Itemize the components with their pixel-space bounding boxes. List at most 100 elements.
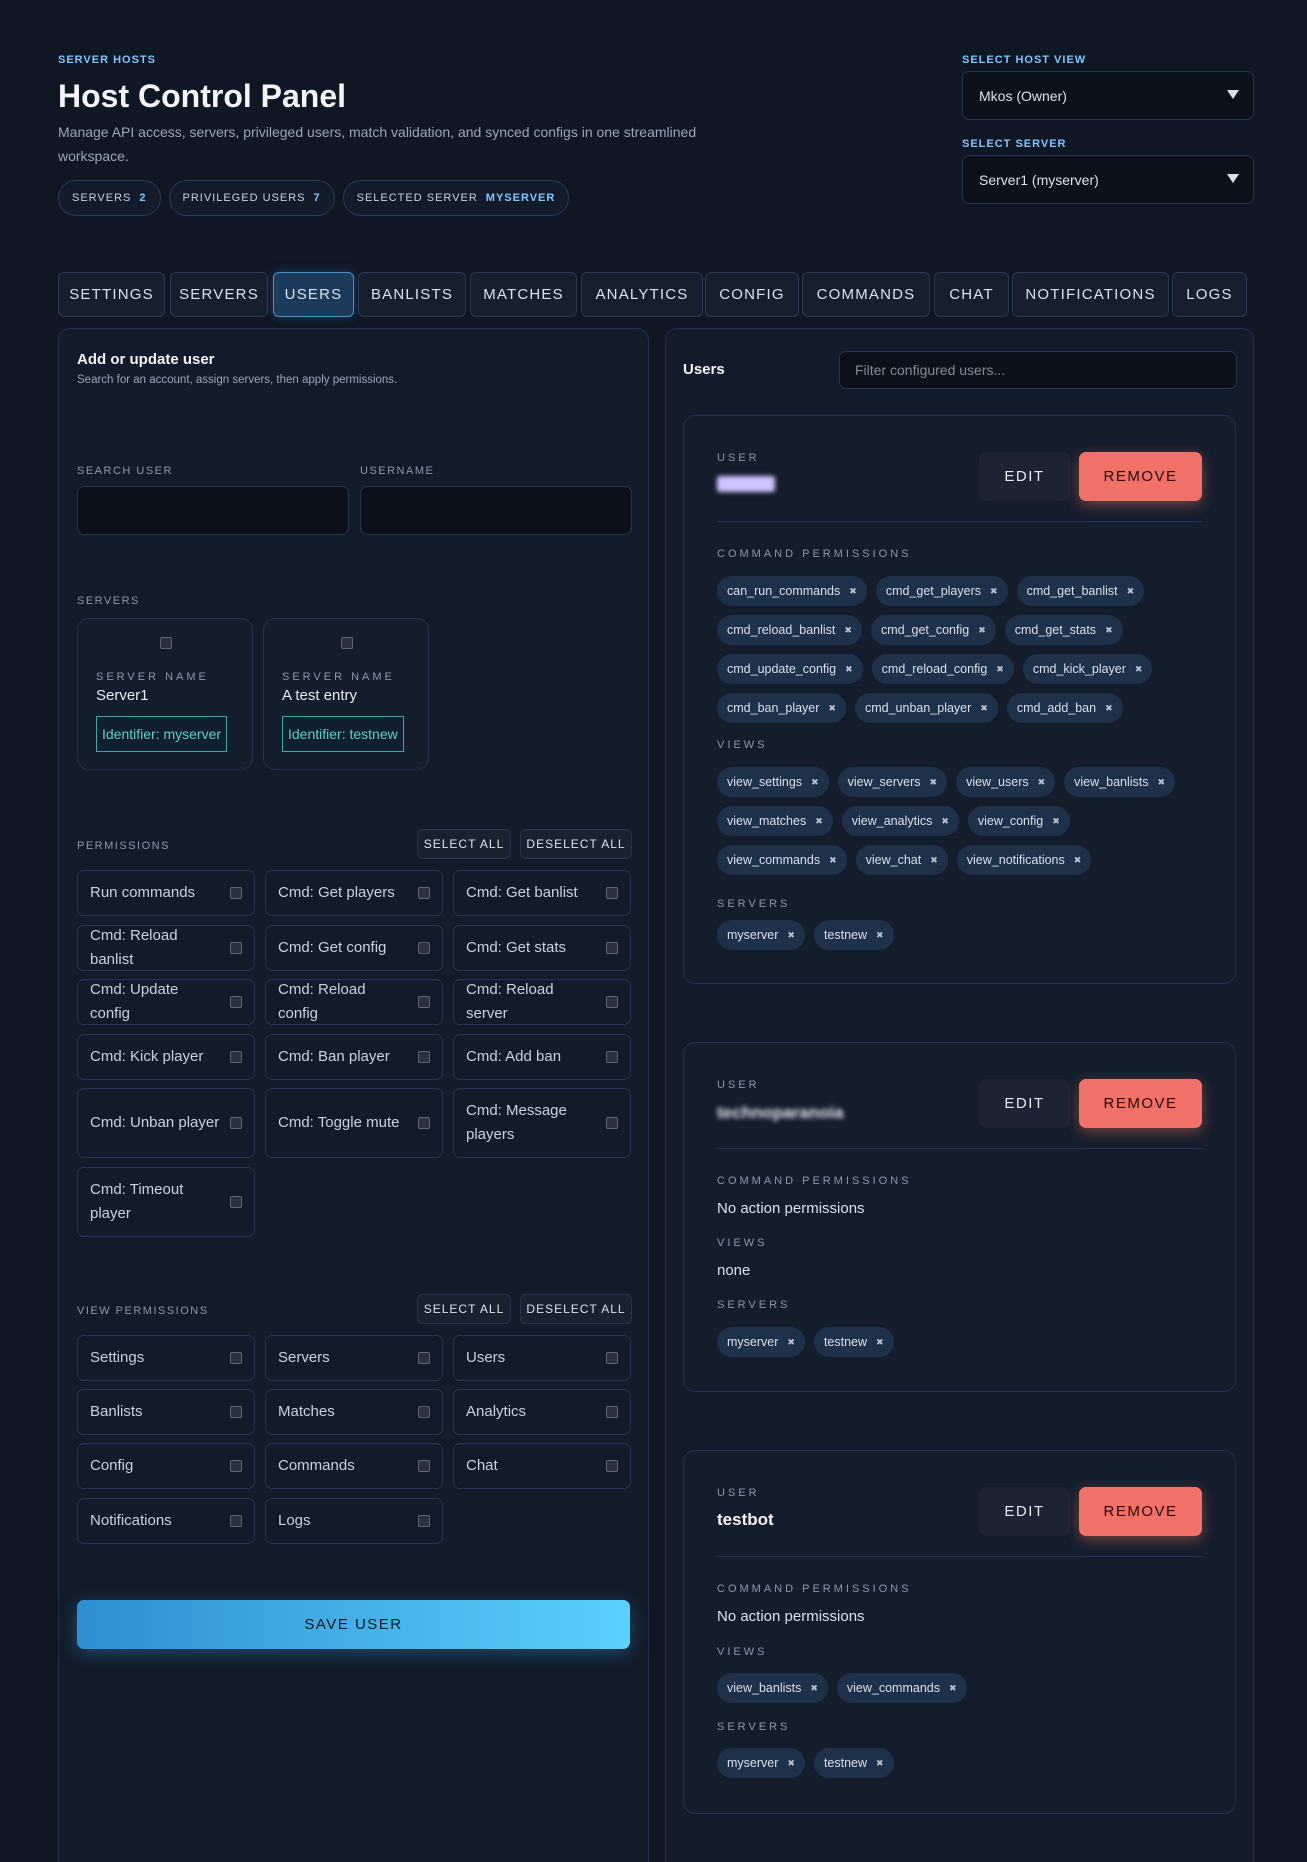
permission-item[interactable]: Cmd: Ban player [265, 1034, 443, 1080]
close-icon[interactable]: ✖ [787, 1758, 795, 1769]
close-icon[interactable]: ✖ [1135, 664, 1143, 675]
view-permission-checkbox[interactable] [230, 1352, 242, 1364]
view-permission-item[interactable]: Banlists [77, 1389, 255, 1435]
permission-checkbox[interactable] [230, 1051, 242, 1063]
close-icon[interactable]: ✖ [1158, 777, 1166, 788]
permission-item[interactable]: Cmd: Update config [77, 979, 255, 1025]
view-permission-item[interactable]: Notifications [77, 1498, 255, 1544]
view-permission-item[interactable]: Commands [265, 1443, 443, 1489]
permission-item[interactable]: Cmd: Add ban [453, 1034, 631, 1080]
permission-item[interactable]: Cmd: Get players [265, 870, 443, 916]
close-icon[interactable]: ✖ [845, 664, 853, 675]
view-permission-checkbox[interactable] [230, 1515, 242, 1527]
view-permission-item[interactable]: Servers [265, 1335, 443, 1381]
close-icon[interactable]: ✖ [876, 1758, 884, 1769]
view-permission-checkbox[interactable] [230, 1406, 242, 1418]
close-icon[interactable]: ✖ [876, 1337, 884, 1348]
view-permission-item[interactable]: Matches [265, 1389, 443, 1435]
tab-matches[interactable]: MATCHES [470, 272, 577, 317]
permission-item[interactable]: Cmd: Toggle mute [265, 1088, 443, 1158]
edit-button[interactable]: EDIT [979, 452, 1070, 501]
view-permission-item[interactable]: Config [77, 1443, 255, 1489]
permission-item[interactable]: Cmd: Reload config [265, 979, 443, 1025]
tab-notifications[interactable]: NOTIFICATIONS [1012, 272, 1169, 317]
view-permissions-select-all-button[interactable]: SELECT ALL [417, 1294, 511, 1324]
close-icon[interactable]: ✖ [787, 1337, 795, 1348]
permissions-deselect-all-button[interactable]: DESELECT ALL [520, 829, 632, 859]
view-permission-checkbox[interactable] [230, 1460, 242, 1472]
close-icon[interactable]: ✖ [1127, 586, 1135, 597]
view-permission-checkbox[interactable] [418, 1406, 430, 1418]
save-user-button[interactable]: SAVE USER [77, 1600, 630, 1649]
view-permission-checkbox[interactable] [418, 1460, 430, 1472]
close-icon[interactable]: ✖ [978, 625, 986, 636]
close-icon[interactable]: ✖ [930, 777, 938, 788]
permission-item[interactable]: Cmd: Reload banlist [77, 925, 255, 971]
edit-button[interactable]: EDIT [979, 1487, 1070, 1536]
close-icon[interactable]: ✖ [811, 777, 819, 788]
permission-item[interactable]: Cmd: Reload server [453, 979, 631, 1025]
host-view-select[interactable]: Mkos (Owner) [962, 71, 1254, 120]
permission-checkbox[interactable] [418, 887, 430, 899]
filter-users-input[interactable]: Filter configured users... [839, 351, 1237, 389]
tab-config[interactable]: CONFIG [705, 272, 799, 317]
close-icon[interactable]: ✖ [828, 703, 836, 714]
permission-checkbox[interactable] [606, 887, 618, 899]
tab-commands[interactable]: COMMANDS [802, 272, 930, 317]
view-permission-item[interactable]: Chat [453, 1443, 631, 1489]
view-permission-item[interactable]: Settings [77, 1335, 255, 1381]
view-permission-checkbox[interactable] [606, 1406, 618, 1418]
close-icon[interactable]: ✖ [810, 1683, 818, 1694]
permission-item[interactable]: Cmd: Kick player [77, 1034, 255, 1080]
permission-item[interactable]: Cmd: Get config [265, 925, 443, 971]
remove-button[interactable]: REMOVE [1079, 1079, 1202, 1128]
permission-item[interactable]: Cmd: Unban player [77, 1088, 255, 1158]
close-icon[interactable]: ✖ [844, 625, 852, 636]
permission-checkbox[interactable] [230, 887, 242, 899]
tab-users[interactable]: USERS [273, 272, 354, 317]
view-permission-checkbox[interactable] [606, 1460, 618, 1472]
permission-checkbox[interactable] [230, 942, 242, 954]
permission-checkbox[interactable] [606, 1051, 618, 1063]
view-permissions-deselect-all-button[interactable]: DESELECT ALL [520, 1294, 632, 1324]
close-icon[interactable]: ✖ [829, 855, 837, 866]
close-icon[interactable]: ✖ [949, 1683, 957, 1694]
tab-logs[interactable]: LOGS [1172, 272, 1247, 317]
close-icon[interactable]: ✖ [1038, 777, 1046, 788]
close-icon[interactable]: ✖ [815, 816, 823, 827]
close-icon[interactable]: ✖ [941, 816, 949, 827]
close-icon[interactable]: ✖ [980, 703, 988, 714]
permission-item[interactable]: Cmd: Timeout player [77, 1167, 255, 1237]
view-permission-checkbox[interactable] [418, 1515, 430, 1527]
close-icon[interactable]: ✖ [787, 930, 795, 941]
view-permission-checkbox[interactable] [418, 1352, 430, 1364]
search-user-input[interactable] [77, 486, 349, 535]
remove-button[interactable]: REMOVE [1079, 1487, 1202, 1536]
permissions-select-all-button[interactable]: SELECT ALL [417, 829, 511, 859]
tab-analytics[interactable]: ANALYTICS [581, 272, 703, 317]
tab-banlists[interactable]: BANLISTS [358, 272, 466, 317]
close-icon[interactable]: ✖ [996, 664, 1004, 675]
server-checkbox[interactable] [341, 637, 353, 649]
view-permission-checkbox[interactable] [606, 1352, 618, 1364]
close-icon[interactable]: ✖ [930, 855, 938, 866]
close-icon[interactable]: ✖ [1105, 703, 1113, 714]
permission-checkbox[interactable] [230, 1117, 242, 1129]
permission-checkbox[interactable] [230, 1196, 242, 1208]
permission-checkbox[interactable] [418, 1051, 430, 1063]
tab-settings[interactable]: SETTINGS [58, 272, 165, 317]
view-permission-item[interactable]: Analytics [453, 1389, 631, 1435]
permission-item[interactable]: Run commands [77, 870, 255, 916]
permission-item[interactable]: Cmd: Get banlist [453, 870, 631, 916]
permission-checkbox[interactable] [230, 996, 242, 1008]
edit-button[interactable]: EDIT [979, 1079, 1070, 1128]
tab-servers[interactable]: SERVERS [170, 272, 268, 317]
server-select[interactable]: Server1 (myserver) [962, 155, 1254, 204]
close-icon[interactable]: ✖ [1052, 816, 1060, 827]
tab-chat[interactable]: CHAT [934, 272, 1009, 317]
close-icon[interactable]: ✖ [849, 586, 857, 597]
remove-button[interactable]: REMOVE [1079, 452, 1202, 501]
permission-checkbox[interactable] [418, 942, 430, 954]
permission-checkbox[interactable] [606, 996, 618, 1008]
close-icon[interactable]: ✖ [990, 586, 998, 597]
